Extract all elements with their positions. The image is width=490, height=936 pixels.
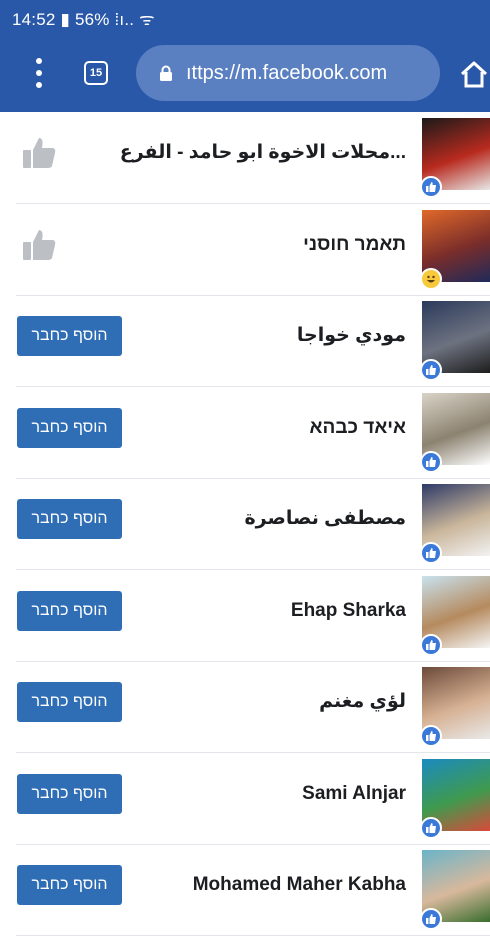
like-reaction-icon <box>420 633 442 656</box>
lock-icon <box>160 65 172 81</box>
like-reaction-icon <box>420 176 442 198</box>
address-bar[interactable]: ıttps://m.facebook.com <box>136 45 440 101</box>
tab-count: 15 <box>89 67 103 79</box>
status-bar-text: 14:52 ▮ 56% ⁞ı.. ᯤ <box>12 9 155 29</box>
person-name[interactable]: لؤي مغنم <box>319 661 406 743</box>
person-name[interactable]: مودي خواجا <box>297 295 406 377</box>
list-item: איאד כבהא הוסף כחבר <box>16 387 490 479</box>
person-name[interactable]: Sami Alnjar <box>302 753 406 835</box>
person-name[interactable]: תאמר חוסני <box>303 204 406 286</box>
like-page-icon[interactable] <box>20 226 58 264</box>
browser-toolbar: 15 ıttps://m.facebook.com <box>0 36 490 112</box>
add-friend-button[interactable]: הוסף כחבר <box>17 773 122 814</box>
like-reaction-icon <box>420 359 442 381</box>
add-friend-button[interactable]: הוסף כחבר <box>17 590 122 631</box>
more-options-icon[interactable] <box>28 58 50 90</box>
like-reaction-icon <box>420 725 442 747</box>
list-item: محلات الاخوة ابو حامد - الفرع... <box>16 112 490 204</box>
person-name[interactable]: Mohamed Maher Kabha <box>193 844 406 926</box>
person-name[interactable]: איאד כבהא <box>310 387 406 469</box>
like-page-icon[interactable] <box>20 134 58 172</box>
add-friend-button[interactable]: הוסף כחבר <box>17 499 122 539</box>
person-name[interactable]: محلات الاخوة ابو حامد - الفرع... <box>120 112 406 194</box>
list-item: Sami Alnjar הוסף כחבר <box>16 753 490 845</box>
person-name[interactable]: مصطفى نصاصرة <box>244 478 406 560</box>
status-bar: 14:52 ▮ 56% ⁞ı.. ᯤ <box>0 0 490 36</box>
tab-switcher-button[interactable]: 15 <box>84 61 108 85</box>
list-item: Ehap Sharka הוסף כחבר <box>16 570 490 662</box>
add-friend-button[interactable]: הוסף כחבר <box>17 316 122 356</box>
url-text: ıttps://m.facebook.com <box>186 62 388 84</box>
like-reaction-icon <box>420 542 442 564</box>
list-item: مودي خواجا הוסף כחבר <box>16 295 490 387</box>
add-friend-button[interactable]: הוסף כחבר <box>17 407 122 448</box>
like-reaction-icon <box>420 816 442 839</box>
home-icon[interactable] <box>458 58 490 90</box>
haha-reaction-icon <box>420 267 442 290</box>
like-reaction-icon <box>420 450 442 473</box>
add-friend-button[interactable]: הוסף כחבר <box>17 865 122 905</box>
list-item: Mohamed Maher Kabha הוסף כחבר <box>16 844 490 936</box>
person-name[interactable]: Ehap Sharka <box>291 570 406 652</box>
list-item: مصطفى نصاصرة הוסף כחבר <box>16 478 490 570</box>
like-reaction-icon <box>420 908 442 930</box>
list-item: תאמר חוסני <box>16 204 490 296</box>
list-item: لؤي مغنم הוסף כחבר <box>16 661 490 753</box>
add-friend-button[interactable]: הוסף כחבר <box>17 682 122 722</box>
